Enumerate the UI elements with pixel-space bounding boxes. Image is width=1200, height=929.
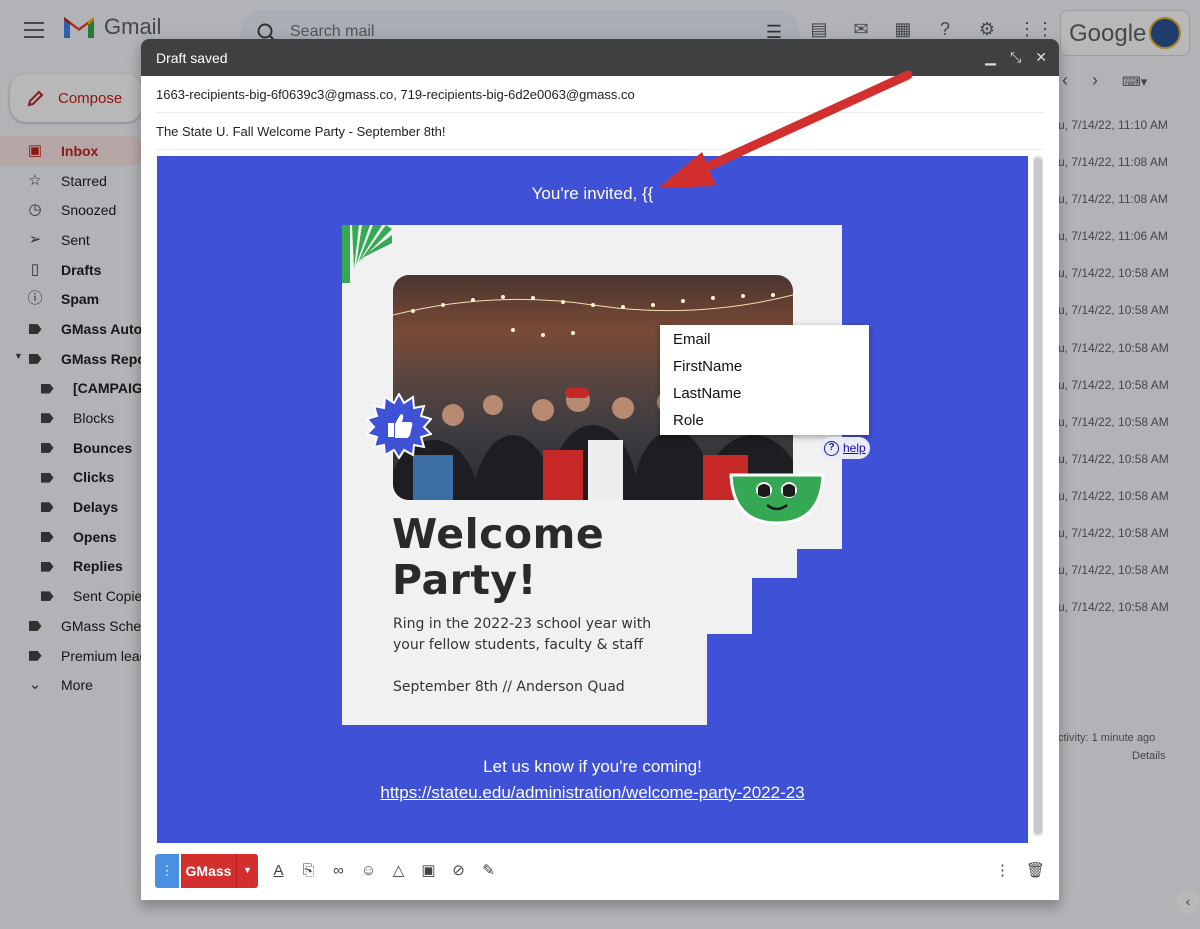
signature-pen-icon[interactable]: ✎ <box>479 861 498 880</box>
rsvp-link[interactable]: https://stateu.edu/administration/welcom… <box>157 783 1028 803</box>
invite-text: You're invited, {{ <box>531 184 654 203</box>
smiley-face-badge-icon <box>729 473 825 525</box>
formatting-icon[interactable]: A <box>269 861 288 880</box>
rsvp-text: Let us know if you're coming! <box>483 757 702 776</box>
compose-toolbar: ⋮ GMass ▼ A ⎘ ∞ ☺ △ ▣ ⊘ ✎ ⋮ 🗑 <box>141 851 1059 891</box>
email-body[interactable]: You're invited, {{Welcome Party! Ring i… <box>157 156 1028 843</box>
emoji-icon[interactable]: ☺ <box>359 861 378 880</box>
gmass-dropdown-button[interactable]: ▼ <box>236 854 258 888</box>
attach-icon[interactable]: ⎘ <box>299 861 318 880</box>
gmass-settings-button[interactable]: ⋮ <box>155 854 179 888</box>
help-link[interactable]: ? help <box>820 437 870 459</box>
compose-window: Draft saved ▁ ⤡ ✕ 1663-recipients-big-6f… <box>141 39 1059 900</box>
help-label: help <box>843 441 866 455</box>
compose-header[interactable]: Draft saved ▁ ⤡ ✕ <box>141 39 1059 76</box>
title-line-1: Welcome <box>392 510 605 558</box>
dropdown-option-firstname[interactable]: FirstName <box>660 353 869 380</box>
title-line-2: Party! <box>392 556 537 604</box>
drive-icon[interactable]: △ <box>389 861 408 880</box>
minimize-icon[interactable]: ▁ <box>985 49 996 66</box>
trash-icon[interactable]: 🗑 <box>1026 861 1045 880</box>
help-question-icon: ? <box>824 440 839 456</box>
recipients-value: 1663-recipients-big-6f0639c3@gmass.co, 7… <box>156 87 635 102</box>
link-icon[interactable]: ∞ <box>329 861 348 880</box>
close-icon[interactable]: ✕ <box>1035 49 1047 66</box>
gmass-send-button[interactable]: GMass <box>181 854 236 888</box>
compose-scrollbar[interactable] <box>1033 156 1043 836</box>
sunburst-decoration-icon <box>342 225 392 283</box>
subject-field[interactable]: The State U. Fall Welcome Party - Septem… <box>156 113 1044 150</box>
merge-tag-dropdown: Email FirstName LastName Role <box>660 325 869 435</box>
confidential-lock-icon[interactable]: ⊘ <box>449 861 468 880</box>
recipients-field[interactable]: 1663-recipients-big-6f0639c3@gmass.co, 7… <box>156 76 1044 113</box>
dropdown-option-lastname[interactable]: LastName <box>660 380 869 407</box>
dropdown-option-email[interactable]: Email <box>660 326 869 353</box>
more-options-icon[interactable]: ⋮ <box>993 861 1012 880</box>
scrollbar-thumb[interactable] <box>1034 158 1042 834</box>
dropdown-option-role[interactable]: Role <box>660 407 869 434</box>
exit-fullscreen-icon[interactable]: ⤡ <box>1010 49 1021 66</box>
compose-header-title: Draft saved <box>156 50 228 66</box>
image-icon[interactable]: ▣ <box>419 861 438 880</box>
welcome-party-title: Welcome Party! <box>392 511 652 603</box>
subject-value: The State U. Fall Welcome Party - Septem… <box>156 124 446 139</box>
event-description: Ring in the 2022-23 school year with you… <box>393 616 652 653</box>
event-date-location: September 8th // Anderson Quad <box>393 679 625 695</box>
thumbs-up-badge-icon <box>366 393 432 459</box>
